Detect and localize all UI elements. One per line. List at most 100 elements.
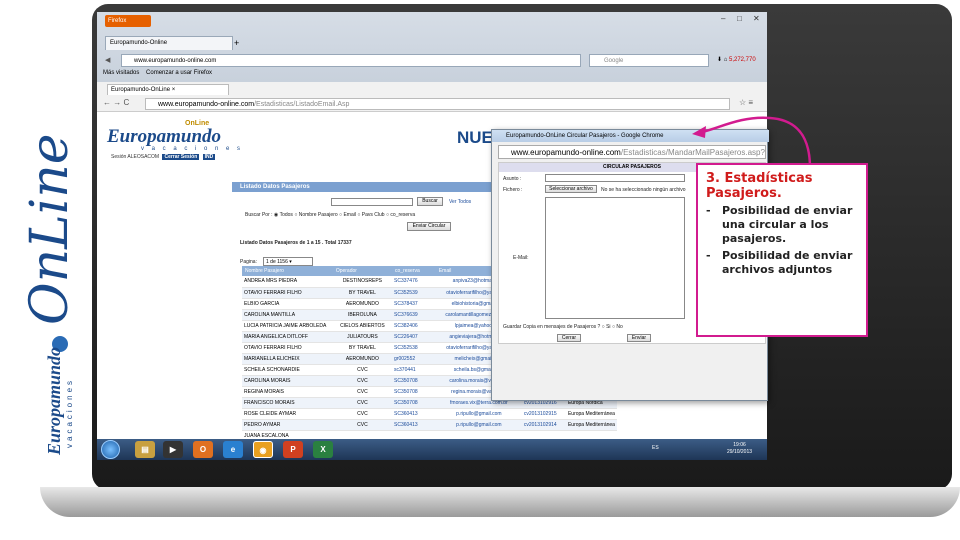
table-cell: FRANCISCO MORAIS <box>242 397 333 409</box>
panel-title: Listado Datos Pasajeros <box>232 182 492 192</box>
ind-badge[interactable]: IND <box>202 154 216 160</box>
fichero-label: Fichero : <box>503 187 523 193</box>
logo-word: Europamundo <box>44 347 64 456</box>
radio-si[interactable]: ○ Si <box>602 324 611 330</box>
table-cell: IBEROLUNA <box>332 309 393 321</box>
table-row[interactable]: ROSE CLEIDE AYMAR CVC SC360413 p.ripullo@gm… <box>242 408 617 420</box>
file-select-button[interactable]: Seleccionar archivo <box>545 185 597 193</box>
col-reserva[interactable]: co_reserva <box>392 266 436 276</box>
logo-sub: vacaciones <box>65 378 74 448</box>
new-tab-icon[interactable]: + <box>234 38 239 48</box>
radio-email[interactable]: ○ Email <box>339 212 356 218</box>
table-cell: JULIATOURS <box>332 331 393 343</box>
chrome-url-host: www.europamundo-online.com <box>158 101 255 108</box>
media-player-icon[interactable]: ▶ <box>163 441 183 458</box>
ie-icon[interactable]: e <box>223 441 243 458</box>
firefox-search-box[interactable]: Google <box>589 54 709 67</box>
radio-reserva[interactable]: ○ co_reserva <box>386 212 415 218</box>
col-nombre[interactable]: Nombre Pasajero <box>242 266 333 276</box>
buscar-por-row: Buscar Por : ◉ Todos ○ Nombre Pasajero ○… <box>245 212 415 218</box>
bookmarks-bar: Más visitados Comenzar a usar Firefox <box>103 70 212 76</box>
table-cell: SCHEILA SCHONARDIE <box>242 364 333 376</box>
table-row[interactable]: PEDRO AYMAR CVC SC360413 p.ripullo@gmail.co… <box>242 419 617 431</box>
table-cell: SC378437 <box>392 298 436 310</box>
chrome-tab[interactable]: Europamundo-OnLine × <box>107 84 229 95</box>
online-vertical-logo: OnLine <box>22 133 80 325</box>
excel-icon[interactable]: X <box>313 441 333 458</box>
table-cell: OTAVIO FERRARI FILHO <box>242 287 333 299</box>
callout-title: 3. Estadísticas Pasajeros. <box>706 171 813 201</box>
cerrar-button[interactable]: Cerrar <box>557 334 581 342</box>
firefox-tab[interactable]: Europamundo-Online <box>105 36 233 50</box>
clock[interactable]: 19:06 29/10/2013 <box>727 442 752 456</box>
table-cell: CVC <box>332 364 393 376</box>
table-cell: CIELOS ABIERTOS <box>332 320 393 332</box>
table-cell: SC350708 <box>392 397 436 409</box>
table-cell: CVC <box>332 386 393 398</box>
table-cell: gr002552 <box>392 353 436 365</box>
minimize-icon[interactable]: – <box>721 14 725 23</box>
table-cell: PEDRO AYMAR <box>242 419 333 431</box>
asunto-input[interactable] <box>545 174 685 182</box>
search-input[interactable] <box>331 198 413 206</box>
table-cell: CAROLINA MORAIS <box>242 375 333 387</box>
table-cell: cv2013102915 <box>521 408 566 420</box>
explorer-icon[interactable]: ▤ <box>135 441 155 458</box>
outlook-icon[interactable]: O <box>193 441 213 458</box>
firefox-menu-button[interactable]: Firefox <box>105 15 151 27</box>
chrome-nav-icons[interactable]: ← → C <box>103 98 129 107</box>
logout-button[interactable]: Cerrar Sesión <box>162 154 200 160</box>
session-label: Sesión ALEOSACOM <box>111 154 160 160</box>
enviar-circular-button[interactable]: Enviar Circular <box>407 222 451 231</box>
table-cell: ROSE CLEIDE AYMAR <box>242 408 333 420</box>
pagina-select[interactable]: 1 de 1156 ▾ <box>263 257 313 266</box>
table-cell: p.ripullo@gmail.com <box>435 408 522 420</box>
table-cell: ANDREA MRS PIEDRA <box>242 276 333 288</box>
counter-badge: 5,272,770 <box>729 57 756 63</box>
table-cell: SC360413 <box>392 419 436 431</box>
table-cell: DESTINOSREPS <box>332 276 393 288</box>
email-body-textarea[interactable] <box>545 197 685 319</box>
table-cell: CVC <box>332 419 393 431</box>
logo-main: Europamundo <box>107 126 222 147</box>
buscar-button[interactable]: Buscar <box>417 197 443 206</box>
logo-vacaciones: v a c a c i o n e s <box>141 146 244 152</box>
chrome-url-path: /Estadisticas/ListadoEmail.Asp <box>254 101 350 108</box>
radio-no[interactable]: ○ No <box>612 324 623 330</box>
asunto-label: Asunto : <box>503 176 522 182</box>
ver-todos-link[interactable]: Ver Todos <box>449 199 471 205</box>
bookmark-getting-started[interactable]: Comenzar a usar Firefox <box>146 70 212 76</box>
guardar-row: Guardar Copia en mensajes de Pasajeros ?… <box>503 324 623 330</box>
table-cell: AEROMUNDO <box>332 353 393 365</box>
enviar-button[interactable]: Enviar <box>627 334 651 342</box>
radio-todos[interactable]: ◉ Todos <box>274 212 293 218</box>
popup-title: Europamundo-OnLine Circular Pasajeros - … <box>506 133 664 139</box>
language-indicator[interactable]: ES <box>652 445 659 451</box>
firefox-tab-label: Europamundo-Online <box>110 40 168 46</box>
table-cell: CVC <box>332 397 393 409</box>
radio-pavs[interactable]: ○ Pavs Club <box>357 212 384 218</box>
table-cell: Europa Mediterránea <box>565 408 617 420</box>
clock-date: 29/10/2013 <box>727 449 753 455</box>
home-icon[interactable]: ⌂ <box>724 57 728 63</box>
bookmark-most-visited[interactable]: Más visitados <box>103 70 139 76</box>
online-text: OnLine <box>22 133 80 325</box>
table-cell: SC352538 <box>392 342 436 354</box>
back-icon[interactable]: ◀ <box>105 56 110 64</box>
laptop-base <box>40 487 960 517</box>
table-cell: SC350708 <box>392 375 436 387</box>
page-heading: NUE <box>457 128 493 147</box>
chrome-icon[interactable]: ◉ <box>253 441 273 458</box>
radio-nombre[interactable]: ○ Nombre Pasajero <box>294 212 337 218</box>
callout-arrow <box>692 116 812 169</box>
maximize-icon[interactable]: □ <box>737 14 742 23</box>
chrome-url-bar[interactable]: www.europamundo-online.com/Estadisticas/… <box>145 98 730 110</box>
bookmark-star-icon[interactable]: ☆ ≡ <box>739 98 753 107</box>
start-button[interactable] <box>101 440 120 459</box>
close-window-icon[interactable]: ✕ <box>753 14 760 23</box>
powerpoint-icon[interactable]: P <box>283 441 303 458</box>
windows-taskbar: ▤ ▶ O e ◉ P X ES 19:06 29/10/2013 <box>97 439 767 460</box>
download-icon[interactable]: ⬇ <box>717 57 722 63</box>
firefox-url-bar[interactable]: www.europamundo-online.com <box>121 54 581 67</box>
col-operador[interactable]: Operador <box>332 266 393 276</box>
